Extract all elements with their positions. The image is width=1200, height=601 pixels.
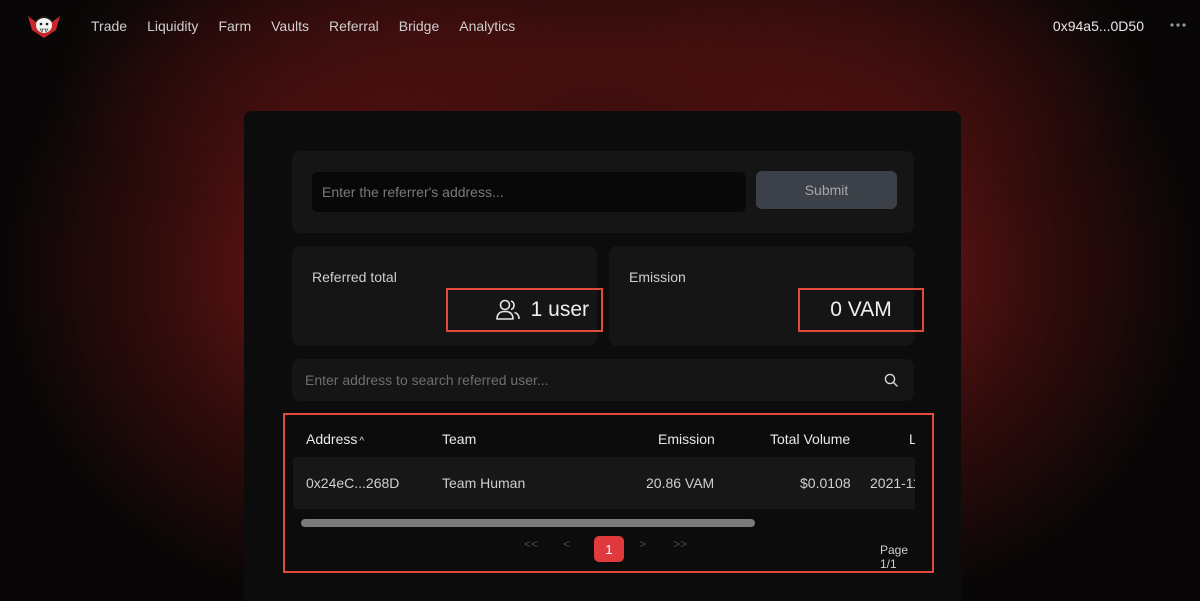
vampire-logo-icon[interactable] xyxy=(26,12,62,40)
referred-users-table: Address ^ Team Emission Total Volume L 0x… xyxy=(283,413,934,573)
users-icon xyxy=(495,299,520,320)
cell-team: Team Human xyxy=(442,475,526,491)
cell-total-volume: $0.0108 xyxy=(800,475,851,491)
more-options-icon[interactable] xyxy=(1168,17,1188,33)
table-viewport: Address ^ Team Emission Total Volume L 0x… xyxy=(291,415,915,571)
nav-trade[interactable]: Trade xyxy=(91,18,127,34)
search-icon[interactable] xyxy=(884,373,898,387)
next-page-button[interactable]: > xyxy=(639,537,646,551)
nav-analytics[interactable]: Analytics xyxy=(459,18,515,34)
column-total-volume-header[interactable]: Total Volume xyxy=(770,431,850,447)
prev-page-button[interactable]: < xyxy=(563,537,570,551)
emission-panel: Emission 0 VAM xyxy=(609,246,924,346)
referred-total-label: Referred total xyxy=(312,269,397,285)
top-nav: Trade Liquidity Farm Vaults Referral Bri… xyxy=(0,0,1200,54)
nav-vaults[interactable]: Vaults xyxy=(271,18,309,34)
horizontal-scrollbar[interactable] xyxy=(301,519,755,527)
emission-highlight: 0 VAM xyxy=(798,288,924,332)
nav-bridge[interactable]: Bridge xyxy=(399,18,439,34)
emission-label: Emission xyxy=(629,269,686,285)
cell-address: 0x24eC...268D xyxy=(306,475,400,491)
last-page-button[interactable]: >> xyxy=(673,537,687,551)
referred-total-panel: Referred total 1 user xyxy=(292,246,603,346)
emission-value: 0 VAM xyxy=(830,298,892,321)
referrer-panel: Submit xyxy=(292,151,914,233)
table-row[interactable]: 0x24eC...268D Team Human 20.86 VAM $0.01… xyxy=(293,457,915,509)
referred-total-highlight: 1 user xyxy=(446,288,603,332)
column-last-header[interactable]: L xyxy=(909,431,915,447)
nav-liquidity[interactable]: Liquidity xyxy=(147,18,198,34)
cell-emission: 20.86 VAM xyxy=(646,475,715,491)
page-indicator: Page 1/1 xyxy=(880,543,909,571)
column-emission-header[interactable]: Emission xyxy=(658,431,715,447)
search-referred-input[interactable] xyxy=(292,359,872,401)
nav-links: Trade Liquidity Farm Vaults Referral Bri… xyxy=(91,18,535,34)
referred-total-value: 1 user xyxy=(530,298,589,321)
nav-farm[interactable]: Farm xyxy=(218,18,251,34)
current-page-button[interactable]: 1 xyxy=(594,536,624,562)
sort-asc-icon: ^ xyxy=(359,436,365,447)
cell-last: 2021-11 xyxy=(870,475,915,491)
first-page-button[interactable]: << xyxy=(524,537,538,551)
column-address-header[interactable]: Address ^ xyxy=(306,431,364,447)
nav-referral[interactable]: Referral xyxy=(329,18,379,34)
submit-button[interactable]: Submit xyxy=(756,171,897,209)
column-team-header[interactable]: Team xyxy=(442,431,476,447)
referrer-address-input[interactable] xyxy=(312,172,746,212)
wallet-address-button[interactable]: 0x94a5...0D50 xyxy=(1053,18,1144,34)
search-panel xyxy=(292,359,914,401)
